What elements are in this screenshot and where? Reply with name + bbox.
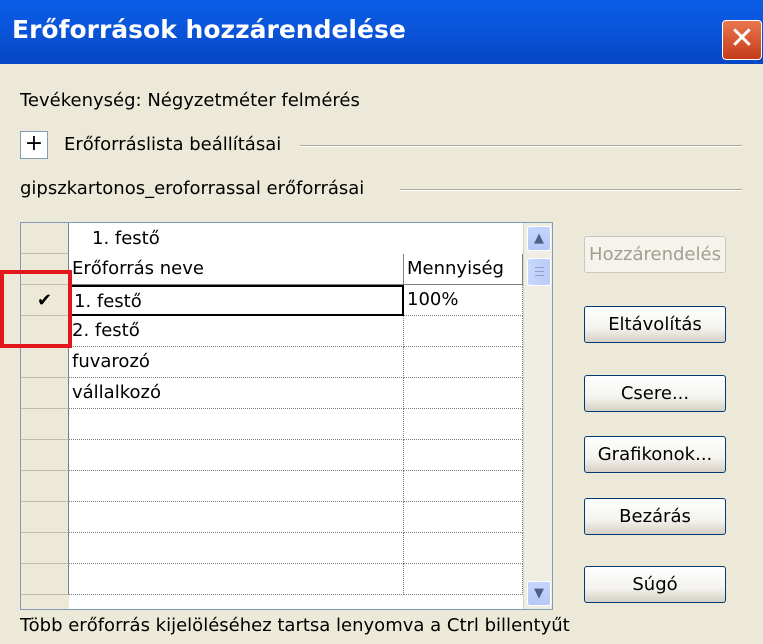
- assign-button[interactable]: Hozzárendelés: [584, 236, 726, 273]
- close-icon[interactable]: ✕: [722, 20, 762, 60]
- row-selector[interactable]: [21, 502, 69, 533]
- row-selector[interactable]: [21, 440, 69, 471]
- vertical-scrollbar[interactable]: ▲ ▼: [523, 223, 552, 609]
- help-button[interactable]: Súgó: [584, 566, 726, 603]
- quantity-cell[interactable]: [404, 564, 523, 595]
- resource-name-cell[interactable]: [69, 440, 404, 471]
- scroll-thumb[interactable]: [527, 258, 551, 286]
- column-header-name[interactable]: Erőforrás neve: [69, 254, 404, 285]
- options-divider: [300, 145, 742, 147]
- resource-name-cell[interactable]: [69, 533, 404, 564]
- remove-button[interactable]: Eltávolítás: [584, 306, 726, 343]
- column-header-quantity-label: Mennyiség: [407, 258, 504, 279]
- column-header-quantity[interactable]: Mennyiség: [404, 254, 523, 285]
- quantity-cell[interactable]: [404, 533, 523, 564]
- column-header-name-label: Erőforrás neve: [72, 258, 204, 279]
- options-section-label: Erőforráslista beállításai: [64, 134, 282, 155]
- entry-bar-value: 1. festő: [92, 228, 160, 249]
- resource-name-text: fuvarozó: [72, 351, 150, 372]
- quantity-cell[interactable]: [404, 471, 523, 502]
- quantity-cell[interactable]: [404, 502, 523, 533]
- resource-name-text: vállalkozó: [72, 382, 161, 403]
- resource-name-cell[interactable]: 1. festő: [69, 285, 404, 316]
- resource-name-cell[interactable]: fuvarozó: [69, 347, 404, 378]
- resource-name-cell[interactable]: 2. festő: [69, 316, 404, 347]
- resources-divider: [400, 189, 742, 191]
- close-button[interactable]: Bezárás: [584, 498, 726, 535]
- resource-name-cell[interactable]: [69, 471, 404, 502]
- title-bar: Erőforrások hozzárendelése ✕: [0, 0, 763, 64]
- resource-name-cell[interactable]: [69, 409, 404, 440]
- window-title: Erőforrások hozzárendelése: [12, 15, 406, 44]
- expand-options-button[interactable]: +: [20, 131, 48, 159]
- highlight-annotation: [0, 270, 72, 348]
- corner-cell: [21, 223, 69, 254]
- footer-hint: Több erőforrás kijelöléséhez tartsa leny…: [20, 615, 570, 636]
- quantity-cell[interactable]: [404, 347, 523, 378]
- task-label: Tevékenység: Négyzetméter felmérés: [20, 90, 360, 111]
- quantity-cell[interactable]: 100%: [404, 285, 523, 316]
- row-selector[interactable]: [21, 409, 69, 440]
- quantity-cell[interactable]: [404, 316, 523, 347]
- resource-name-cell[interactable]: [69, 502, 404, 533]
- quantity-cell[interactable]: [404, 440, 523, 471]
- scroll-down-icon[interactable]: ▼: [527, 581, 551, 606]
- resource-name-text: 1. festő: [74, 291, 142, 312]
- quantity-text: 100%: [407, 289, 459, 310]
- entry-bar[interactable]: 1. festő: [69, 223, 523, 255]
- graphs-button[interactable]: Grafikonok...: [584, 436, 726, 473]
- resources-section-label: gipszkartonos_eroforrassal erőforrásai: [20, 178, 365, 199]
- resource-name-cell[interactable]: [69, 564, 404, 595]
- row-selector[interactable]: [21, 471, 69, 502]
- quantity-cell[interactable]: [404, 409, 523, 440]
- row-selector[interactable]: [21, 533, 69, 564]
- row-selector[interactable]: [21, 378, 69, 409]
- resource-grid[interactable]: 1. festő Erőforrás neve Mennyiség ▲ ▼ ✔ 1…: [20, 222, 553, 610]
- quantity-cell[interactable]: [404, 378, 523, 409]
- scroll-up-icon[interactable]: ▲: [527, 226, 551, 251]
- resource-name-text: 2. festő: [72, 320, 140, 341]
- row-selector[interactable]: [21, 347, 69, 378]
- row-selector[interactable]: [21, 564, 69, 595]
- replace-button[interactable]: Csere...: [584, 375, 726, 412]
- resource-name-cell[interactable]: vállalkozó: [69, 378, 404, 409]
